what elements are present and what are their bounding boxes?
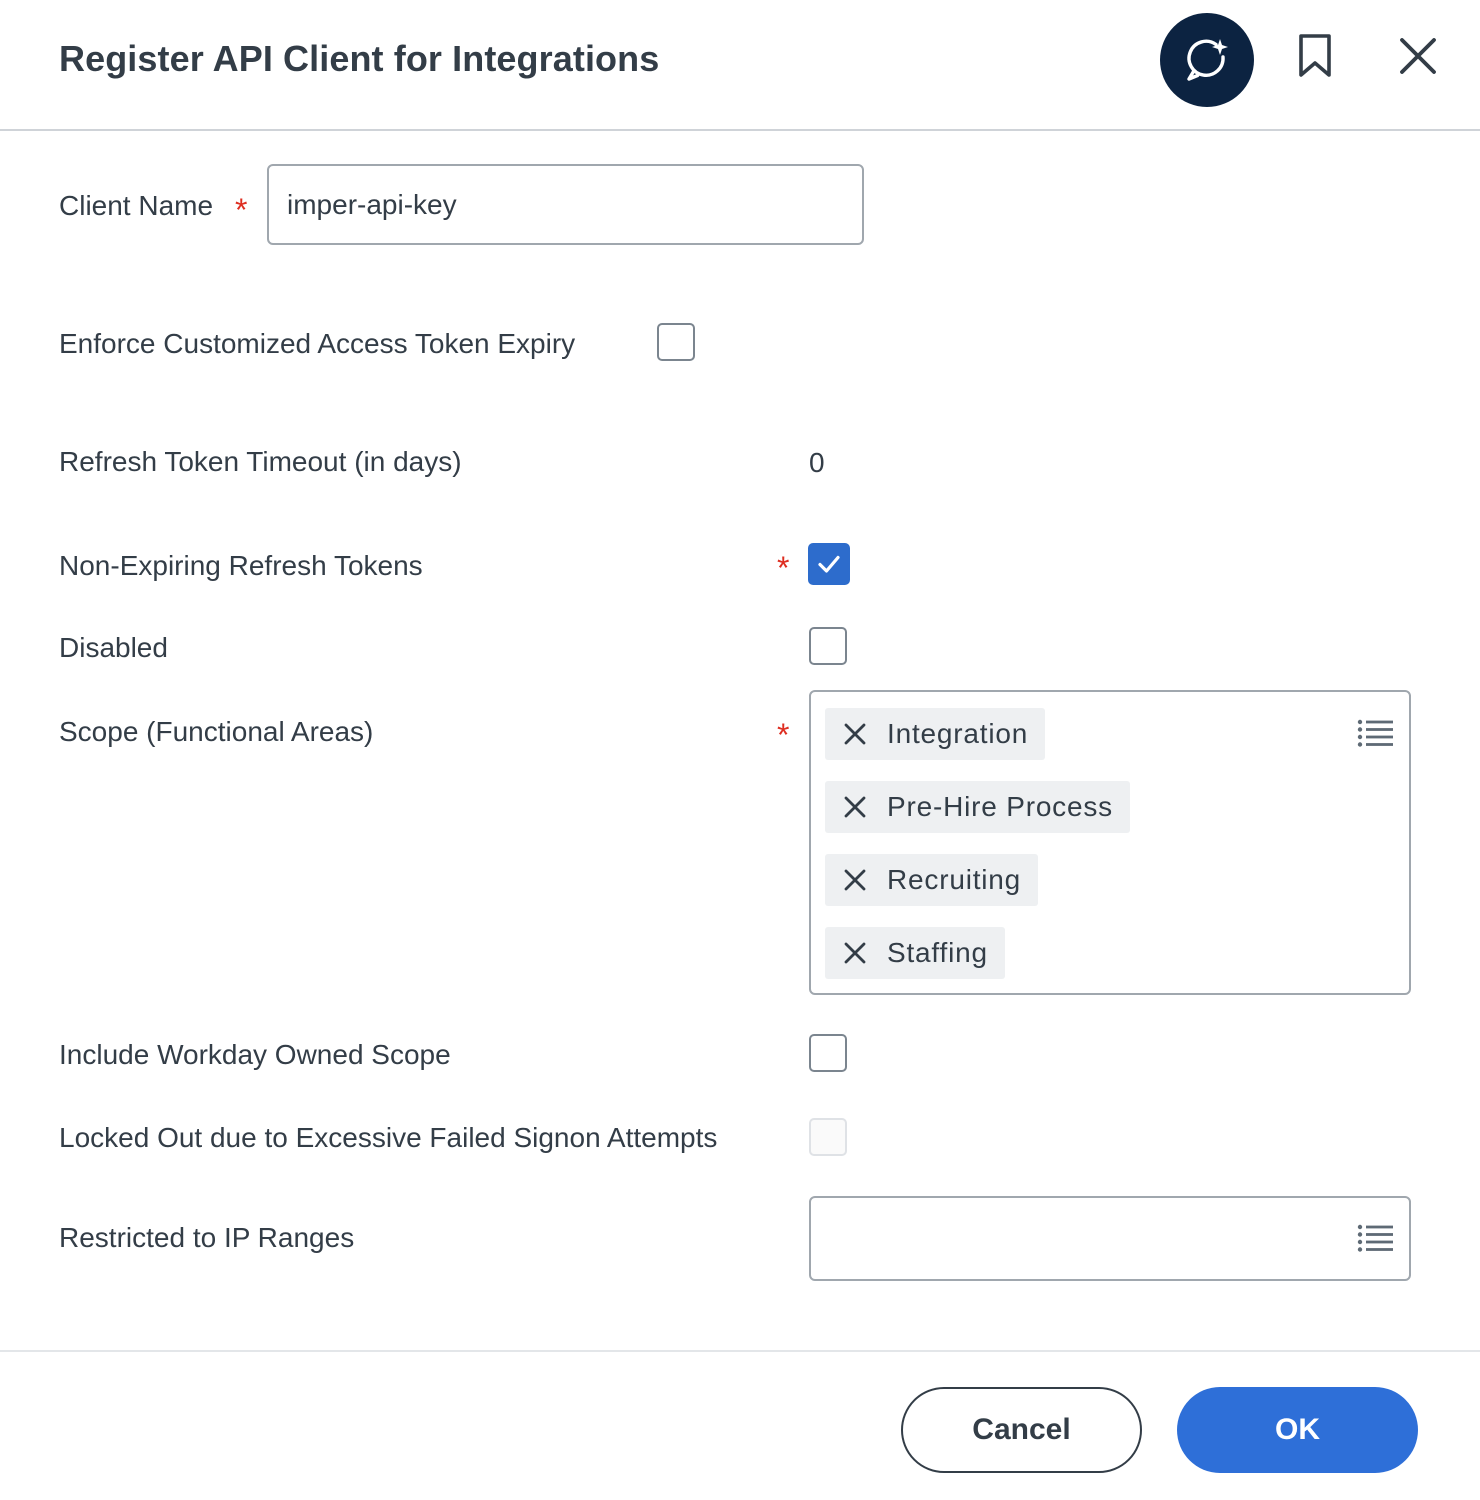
scope-pill-label: Recruiting [887,864,1022,895]
remove-icon[interactable] [841,866,869,894]
scope-label: Scope (Functional Areas) [59,716,374,747]
bookmark-icon[interactable] [1293,32,1337,80]
enforce-expiry-label: Enforce Customized Access Token Expiry [59,328,576,359]
list-icon[interactable] [1357,719,1393,747]
ai-assistant-icon [1187,39,1228,81]
scope-pill: Pre-Hire Process [825,781,1130,833]
close-icon[interactable] [1394,32,1442,80]
scope-pill-label: Integration [887,718,1029,749]
remove-icon[interactable] [841,939,869,967]
scope-pill-label: Pre-Hire Process [887,791,1113,822]
disabled-label: Disabled [59,632,168,663]
remove-icon[interactable] [841,793,869,821]
client-name-label: Client Name [59,190,214,221]
required-asterisk: * [777,717,790,753]
client-name-input[interactable] [267,164,864,245]
scope-pill: Recruiting [825,854,1039,906]
refresh-timeout-label: Refresh Token Timeout (in days) [59,446,462,477]
disabled-checkbox[interactable] [809,627,847,665]
scope-pill-label: Staffing [887,937,988,968]
ip-ranges-input[interactable] [809,1196,1411,1281]
non-expiring-checkbox[interactable] [808,543,850,585]
cancel-button[interactable]: Cancel [901,1387,1142,1473]
ok-button[interactable]: OK [1177,1387,1418,1473]
locked-out-label: Locked Out due to Excessive Failed Signo… [59,1122,718,1153]
scope-multiselect[interactable]: Integration Pre-Hire Process Recruiting … [809,690,1411,995]
dialog-title: Register API Client for Integrations [59,38,660,79]
non-expiring-label: Non-Expiring Refresh Tokens [59,550,423,581]
list-icon[interactable] [1357,1224,1393,1252]
ip-ranges-label: Restricted to IP Ranges [59,1222,355,1253]
refresh-timeout-value: 0 [809,447,825,478]
workday-owned-checkbox[interactable] [809,1034,847,1072]
workday-owned-label: Include Workday Owned Scope [59,1039,451,1070]
ai-assistant-button[interactable] [1160,13,1254,107]
enforce-expiry-checkbox[interactable] [657,323,695,361]
locked-out-checkbox [809,1118,847,1156]
footer-divider [0,1350,1480,1352]
checkmark-icon [818,555,840,573]
scope-pill: Staffing [825,927,1005,979]
remove-icon[interactable] [841,720,869,748]
required-asterisk: * [777,550,790,586]
scope-pill: Integration [825,708,1046,760]
dialog-header: Register API Client for Integrations [0,0,1480,131]
required-asterisk: * [235,192,248,228]
